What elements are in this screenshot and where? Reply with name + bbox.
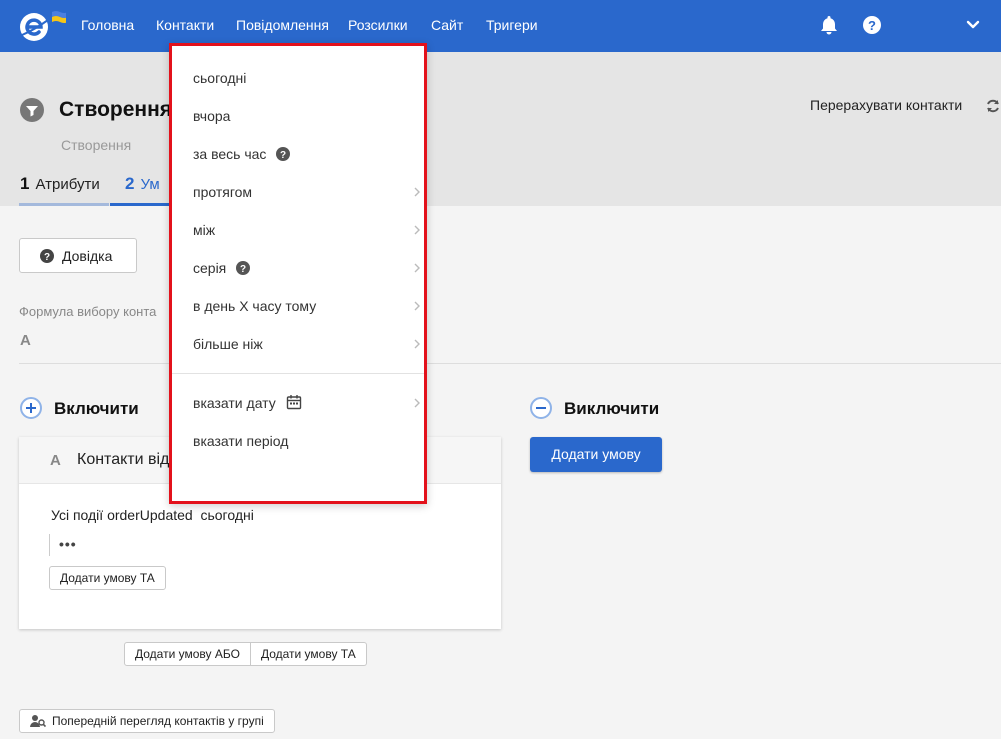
nav-triggers[interactable]: Тригери xyxy=(486,17,538,33)
dropdown-item-label: більше ніж xyxy=(193,336,263,352)
dropdown-item-between[interactable]: між xyxy=(193,218,423,242)
help-icon[interactable]: ? xyxy=(862,15,882,35)
dropdown-item-label: вчора xyxy=(193,108,231,124)
step-label: Ум xyxy=(140,176,160,193)
help-button[interactable]: ? Довідка xyxy=(19,238,137,273)
dropdown-item-specify-date[interactable]: вказати дату xyxy=(193,391,423,415)
tab-attributes[interactable]: 1 Атрибути xyxy=(20,174,100,194)
dropdown-item-more-than[interactable]: більше ніж xyxy=(193,332,423,356)
dropdown-item-yesterday[interactable]: вчора xyxy=(193,104,423,128)
dropdown-item-x-time-ago[interactable]: в день Х часу тому xyxy=(193,294,423,318)
dropdown-item-today[interactable]: сьогодні xyxy=(193,66,423,90)
dropdown-item-label: між xyxy=(193,222,216,238)
nav-home[interactable]: Головна xyxy=(81,17,134,33)
dropdown-item-label: сьогодні xyxy=(193,70,247,86)
dropdown-item-label: серія xyxy=(193,260,227,276)
esputnik-logo-icon[interactable] xyxy=(18,8,66,44)
add-and-condition-button[interactable]: Додати умову ТА xyxy=(250,642,367,666)
dropdown-item-series[interactable]: серія ? xyxy=(193,256,423,280)
condition-rule-text[interactable]: Усі події orderUpdated сьогодні xyxy=(51,507,254,523)
chevron-right-icon xyxy=(414,263,420,273)
rule-connector-line xyxy=(49,534,50,556)
top-navbar: Головна Контакти Повідомлення Розсилки С… xyxy=(0,0,1001,52)
nav-contacts[interactable]: Контакти xyxy=(156,17,214,33)
bell-icon[interactable] xyxy=(818,14,840,36)
formula-label: Формула вибору конта xyxy=(19,304,157,319)
include-title: Включити xyxy=(54,399,139,418)
dropdown-item-label: протягом xyxy=(193,184,253,200)
page-subtitle: Створення xyxy=(61,137,132,153)
dropdown-item-label: за весь час xyxy=(193,146,267,162)
filter-icon xyxy=(20,98,44,122)
add-condition-button[interactable]: Додати умову xyxy=(530,437,662,472)
time-period-dropdown: сьогодні вчора за весь час ? протягом мі… xyxy=(169,43,427,504)
dropdown-item-specify-period[interactable]: вказати період xyxy=(193,429,423,453)
svg-text:?: ? xyxy=(868,18,876,33)
nav-messages[interactable]: Повідомлення xyxy=(236,17,329,33)
svg-text:?: ? xyxy=(280,150,286,161)
step-label: Атрибути xyxy=(35,176,100,193)
page-title: Створення xyxy=(59,98,173,121)
nav-site[interactable]: Сайт xyxy=(431,17,463,33)
dropdown-divider xyxy=(172,373,424,374)
svg-text:?: ? xyxy=(240,264,246,275)
help-button-label: Довідка xyxy=(62,248,113,264)
chevron-right-icon xyxy=(414,339,420,349)
question-icon[interactable]: ? xyxy=(276,147,291,161)
card-title: Контакти від xyxy=(77,451,170,468)
dropdown-item-label: вказати дату xyxy=(193,395,276,411)
dropdown-item-label: в день Х часу тому xyxy=(193,298,317,314)
preview-contacts-button[interactable]: Попередній перегляд контактів у групі xyxy=(19,709,275,733)
dropdown-item-all-time[interactable]: за весь час ? xyxy=(193,142,423,166)
divider xyxy=(19,363,1001,364)
recalc-contacts-link[interactable]: Перерахувати контакти xyxy=(810,97,962,113)
tab-conditions[interactable]: 2 Ум xyxy=(125,174,160,194)
chevron-right-icon xyxy=(414,301,420,311)
dropdown-item-during[interactable]: протягом xyxy=(193,180,423,204)
chevron-down-icon[interactable] xyxy=(965,17,981,33)
chevron-right-icon xyxy=(414,225,420,235)
preview-button-label: Попередній перегляд контактів у групі xyxy=(52,714,264,728)
formula-value: A xyxy=(20,332,31,349)
calendar-icon xyxy=(286,395,301,410)
condition-button-group: Додати умову АБО Додати умову ТА xyxy=(124,642,367,666)
chevron-right-icon xyxy=(414,398,420,408)
more-options-icon[interactable]: ••• xyxy=(59,536,77,552)
user-search-icon xyxy=(30,715,46,728)
question-icon[interactable]: ? xyxy=(236,261,251,275)
card-letter: A xyxy=(50,452,61,469)
refresh-icon[interactable] xyxy=(985,98,1001,114)
add-or-condition-button[interactable]: Додати умову АБО xyxy=(124,642,251,666)
step-number: 2 xyxy=(125,174,135,193)
nav-campaigns[interactable]: Розсилки xyxy=(348,17,408,33)
svg-text:?: ? xyxy=(44,252,50,263)
plus-circle-icon[interactable] xyxy=(20,397,42,419)
step-number: 1 xyxy=(20,174,30,193)
exclude-title: Виключити xyxy=(564,399,660,418)
minus-circle-icon[interactable] xyxy=(530,397,552,419)
chevron-right-icon xyxy=(414,187,420,197)
question-icon: ? xyxy=(40,249,54,263)
add-and-condition-button[interactable]: Додати умову ТА xyxy=(49,566,166,590)
dropdown-item-label: вказати період xyxy=(193,433,289,449)
